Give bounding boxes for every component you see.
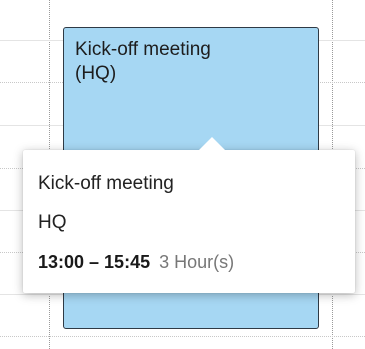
tooltip-location: HQ [38, 212, 67, 233]
event-tooltip: Kick-off meeting HQ 13:00 – 15:45 3 Hour… [23, 137, 355, 293]
tooltip-time: 13:00 – 15:45 3 Hour(s) [38, 252, 234, 273]
tooltip-time-range: 13:00 – 15:45 [38, 252, 151, 272]
tooltip-title: Kick-off meeting [38, 173, 174, 194]
tooltip-duration: 3 Hour(s) [159, 252, 235, 272]
event-title: Kick-off meeting (HQ) [75, 39, 211, 84]
tooltip-arrow [198, 137, 226, 151]
grid-horizontal-line [0, 336, 365, 337]
